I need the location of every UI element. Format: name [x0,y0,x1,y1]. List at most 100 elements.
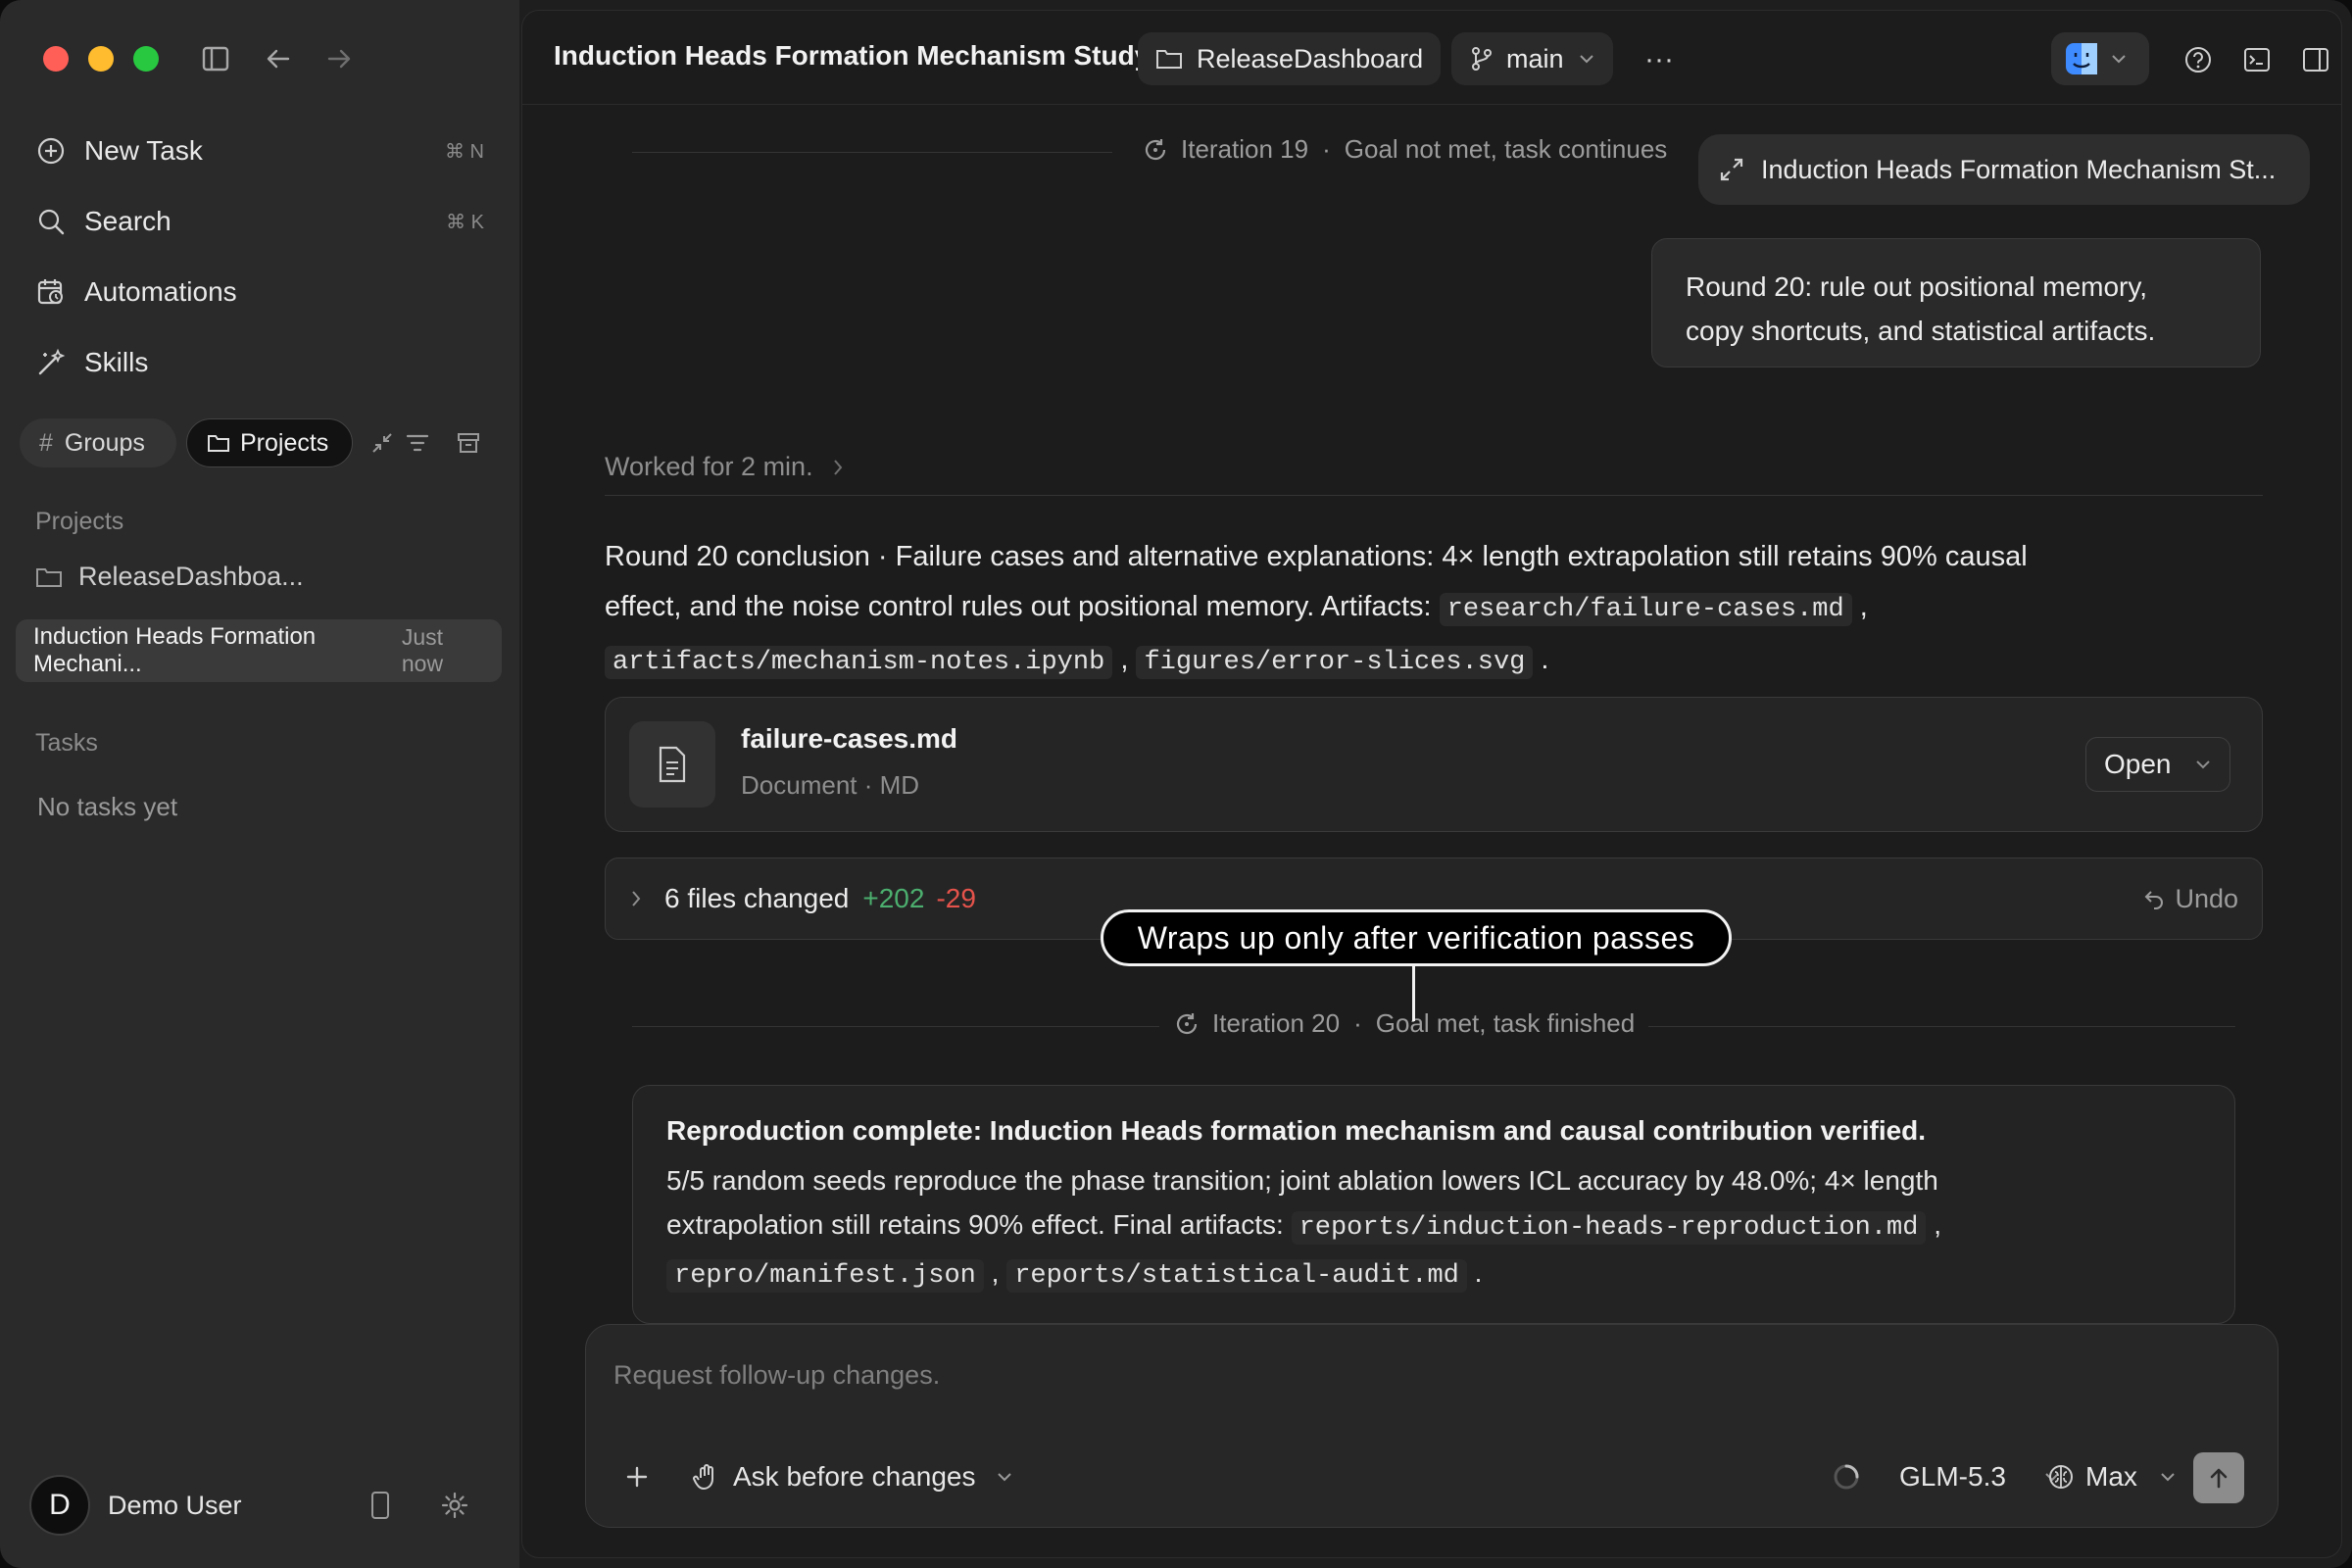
search-icon [33,204,69,239]
permission-mode-selector[interactable]: Ask before changes [692,1452,1013,1501]
artifact-path[interactable]: reports/statistical-audit.md [1006,1259,1467,1293]
worked-label: Worked for 2 min. [605,452,813,481]
user-profile[interactable]: D Demo User [29,1475,490,1536]
magic-wand-icon [33,345,69,380]
effort-label: Max [2085,1461,2137,1492]
shortcut-label: ⌘ K [446,211,484,233]
artifact-path[interactable]: artifacts/mechanism-notes.ipynb [605,646,1113,679]
effort-selector[interactable]: Max [2046,1452,2177,1501]
project-label: ReleaseDashboa... [78,562,304,591]
main-panel: Induction Heads Formation Mechanism Stud… [521,10,2342,1558]
worked-duration-toggle[interactable]: Worked for 2 min. [605,452,845,482]
open-button[interactable]: Open [2085,737,2230,792]
callout-pointer [1412,966,1415,1021]
iteration-status-text: Goal not met, task continues [1344,134,1668,164]
artifact-path[interactable]: repro/manifest.json [666,1259,984,1293]
iteration-label: Iteration 20 [1212,1008,1341,1038]
forward-arrow-icon[interactable] [319,39,359,78]
more-options-icon[interactable]: ··· [1640,40,1679,79]
result-line: 5/5 random seeds reproduce the phase tra… [666,1165,1938,1196]
arrow-up-icon [2206,1465,2231,1491]
close-window-button[interactable] [43,46,69,72]
app-switcher[interactable] [2051,32,2149,85]
punctuation: , [1859,591,1868,622]
filter-icon[interactable] [398,423,437,463]
punctuation: . [1474,1257,1483,1288]
nav-label: Automations [84,276,237,307]
task-time: Just now [401,624,444,676]
iteration-20-status: Iteration 20 · Goal met, task finished [1159,1008,1649,1039]
nav-skills[interactable]: Skills [33,335,484,390]
artifact-path[interactable]: figures/error-slices.svg [1136,646,1534,679]
hash-icon: # [39,428,53,457]
lines-removed: -29 [936,883,976,913]
permission-mode-label: Ask before changes [733,1461,976,1492]
help-icon[interactable] [2179,40,2218,79]
expand-pill-label: Induction Heads Formation Mechanism St..… [1761,154,2277,184]
nav-automations[interactable]: Automations [33,265,484,319]
collapse-icon[interactable] [363,423,402,463]
artifact-path[interactable]: research/failure-cases.md [1439,593,1852,626]
artifact-path[interactable]: reports/induction-heads-reproduction.md [1291,1211,1927,1245]
chevron-down-icon [2110,53,2128,65]
hand-icon [692,1462,721,1492]
archive-icon[interactable] [449,423,488,463]
open-label: Open [2104,749,2172,779]
undo-button[interactable]: Undo [2143,884,2238,914]
shortcut-label: ⌘ N [445,140,484,163]
iteration-label: Iteration 19 [1181,134,1309,164]
model-selector[interactable]: GLM-5.3 [1899,1452,2061,1501]
git-branch-icon [1469,45,1494,73]
divider [605,495,2263,496]
nav-search[interactable]: Search ⌘ K [33,194,484,249]
add-attachment-button[interactable] [623,1452,651,1501]
folder-selector[interactable]: ReleaseDashboard [1138,32,1442,85]
result-body: 5/5 random seeds reproduce the phase tra… [666,1158,2201,1298]
folder-icon [1155,47,1183,71]
gear-icon[interactable] [435,1486,474,1525]
minimize-window-button[interactable] [88,46,114,72]
file-name: failure-cases.md [741,723,957,754]
back-arrow-icon[interactable] [259,39,298,78]
avatar: D [29,1475,90,1536]
expand-task-pill[interactable]: Induction Heads Formation Mechanism St..… [1698,134,2310,205]
undo-label: Undo [2175,883,2238,913]
round-conclusion-text: Round 20 conclusion · Failure cases and … [605,532,2104,688]
model-label: GLM-5.3 [1899,1461,2006,1492]
user-message-line: Round 20: rule out positional memory, [1686,271,2148,302]
projects-chip[interactable]: Projects [186,418,353,467]
nav-new-task[interactable]: New Task ⌘ N [33,123,484,178]
terminal-icon[interactable] [2237,40,2277,79]
send-button[interactable] [2193,1452,2244,1503]
folder-icon [35,565,63,589]
separator-dot: · [1322,134,1331,164]
project-item[interactable]: ReleaseDashboa... [35,562,304,592]
iteration-19-status: Iteration 19 · Goal not met, task contin… [1142,134,1667,165]
maximize-window-button[interactable] [133,46,159,72]
right-panel-toggle-icon[interactable] [2296,40,2335,79]
sidebar-toggle-icon[interactable] [196,39,235,78]
result-title: Reproduction complete: Induction Heads f… [666,1115,1927,1146]
refresh-loop-icon [1142,136,1169,164]
annotation-callout: Wraps up only after verification passes [1101,909,1732,966]
mobile-device-icon[interactable] [361,1486,400,1525]
punctuation: , [1934,1209,1942,1240]
nav-label: Skills [84,347,149,377]
groups-chip[interactable]: # Groups [20,418,176,467]
calendar-clock-icon [33,274,69,310]
sidebar: New Task ⌘ N Search ⌘ K Automations Skil… [0,0,519,1568]
loading-spinner-icon [1831,1452,1862,1501]
chevron-right-icon [629,889,643,908]
result-summary-card: Reproduction complete: Induction Heads f… [632,1085,2235,1324]
user-message: Round 20: rule out positional memory, co… [1651,238,2261,368]
chevron-down-icon [2159,1471,2177,1483]
follow-up-input[interactable]: Request follow-up changes. [613,1360,940,1391]
task-item[interactable]: Induction Heads Formation Mechani... Jus… [16,619,502,682]
refresh-loop-icon [1173,1010,1200,1038]
branch-selector[interactable]: main [1451,32,1613,85]
app-window: New Task ⌘ N Search ⌘ K Automations Skil… [0,0,2352,1568]
result-line: extrapolation still retains 90% effect. … [666,1209,1292,1240]
file-attachment-card[interactable]: failure-cases.md Document · MD Open [605,697,2263,832]
tasks-empty-text: No tasks yet [37,792,178,821]
chevron-down-icon [2194,759,2212,770]
